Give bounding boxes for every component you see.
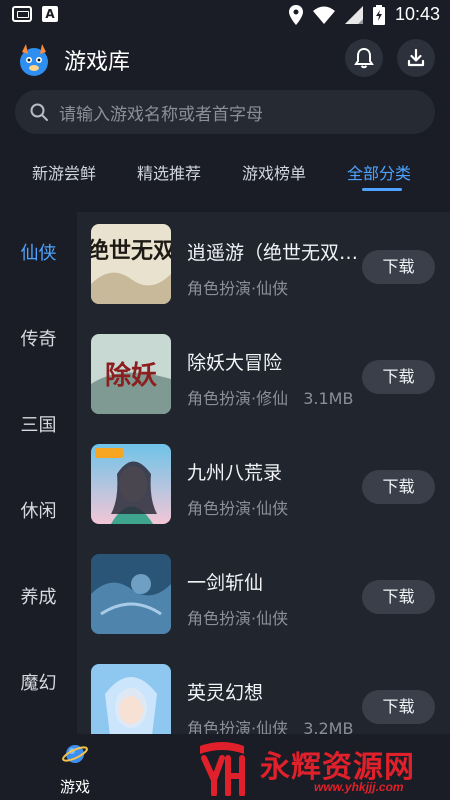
game-meta: 角色扮演·仙侠 bbox=[187, 495, 308, 519]
game-category: 角色扮演·仙侠 bbox=[187, 279, 289, 298]
download-button[interactable]: 下载 bbox=[362, 470, 435, 504]
download-button[interactable]: 下载 bbox=[362, 360, 435, 394]
category-tabs: 新游尝鲜 精选推荐 游戏榜单 全部分类 bbox=[0, 150, 450, 191]
thumb-title: 除妖 bbox=[105, 360, 157, 391]
game-thumbnail bbox=[91, 554, 171, 634]
search-input[interactable]: 请输入游戏名称或者首字母 bbox=[15, 90, 435, 134]
game-name: 除妖大冒险 bbox=[187, 352, 283, 374]
list-item[interactable]: 绝世无双 逍遥游（绝世无双… 角色扮演·仙侠 下载 bbox=[77, 212, 450, 312]
game-category: 角色扮演·仙侠 bbox=[187, 609, 289, 628]
game-size: 3.1MB bbox=[303, 389, 354, 408]
list-item[interactable]: 英灵幻想 角色扮演·仙侠 3.2MB 下载 bbox=[77, 652, 450, 734]
game-name: 英灵幻想 bbox=[187, 682, 264, 704]
planet-icon bbox=[62, 745, 88, 763]
status-time: 10:43 bbox=[394, 4, 440, 24]
game-meta: 角色扮演·仙侠 3.2MB bbox=[187, 715, 363, 734]
location-icon bbox=[288, 4, 303, 25]
notification-a-icon: A bbox=[42, 6, 58, 22]
nav-item-games[interactable]: 游戏 bbox=[50, 740, 100, 797]
tab-all-categories[interactable]: 全部分类 bbox=[347, 160, 411, 184]
search-icon bbox=[30, 103, 48, 121]
wifi-icon bbox=[312, 6, 335, 24]
downloads-button[interactable] bbox=[397, 39, 435, 77]
tab-rankings[interactable]: 游戏榜单 bbox=[242, 160, 306, 184]
download-button[interactable]: 下载 bbox=[362, 690, 435, 724]
category-sidebar: 仙侠 传奇 三国 休闲 养成 魔幻 bbox=[0, 212, 77, 734]
game-size: 3.2MB bbox=[303, 719, 354, 734]
list-item[interactable]: 除妖 除妖大冒险 角色扮演·修仙 3.1MB 下载 bbox=[77, 322, 450, 422]
game-name: 逍遥游（绝世无双… bbox=[187, 242, 359, 264]
download-button[interactable]: 下载 bbox=[362, 580, 435, 614]
game-thumbnail bbox=[91, 444, 171, 524]
sidebar-item-casual[interactable]: 休闲 bbox=[0, 492, 77, 532]
battery-icon bbox=[372, 4, 385, 25]
game-meta: 角色扮演·仙侠 bbox=[187, 605, 308, 629]
watermark: 永辉资源网 www.yhkjjj.com bbox=[192, 740, 442, 796]
bell-icon bbox=[354, 47, 374, 69]
list-item[interactable]: 一剑斩仙 角色扮演·仙侠 下载 bbox=[77, 542, 450, 642]
watermark-url: www.yhkjjj.com bbox=[314, 780, 404, 794]
list-item[interactable]: 九州八荒录 角色扮演·仙侠 下载 bbox=[77, 432, 450, 532]
game-name: 九州八荒录 bbox=[187, 462, 283, 484]
game-category: 角色扮演·仙侠 bbox=[187, 499, 289, 518]
game-name: 一剑斩仙 bbox=[187, 572, 264, 594]
game-thumbnail bbox=[91, 664, 171, 734]
game-thumbnail: 绝世无双 bbox=[91, 224, 171, 304]
app-header: 游戏库 bbox=[0, 32, 450, 84]
tab-new-games[interactable]: 新游尝鲜 bbox=[32, 160, 96, 184]
game-meta: 角色扮演·修仙 3.1MB bbox=[187, 385, 363, 409]
watermark-logo-icon bbox=[200, 742, 245, 796]
sidebar-item-sanguo[interactable]: 三国 bbox=[0, 406, 77, 446]
page-title: 游戏库 bbox=[64, 50, 131, 75]
status-bar: A 10:43 bbox=[0, 0, 450, 32]
download-icon bbox=[407, 48, 425, 67]
sidebar-item-chuanqi[interactable]: 传奇 bbox=[0, 320, 77, 360]
game-meta: 角色扮演·仙侠 bbox=[187, 275, 308, 299]
thumb-title-top: 绝世无双 bbox=[91, 238, 171, 264]
active-tab-indicator bbox=[362, 188, 402, 191]
notification-app-icon bbox=[12, 6, 32, 22]
tab-featured[interactable]: 精选推荐 bbox=[137, 160, 201, 184]
game-list: 绝世无双 逍遥游（绝世无双… 角色扮演·仙侠 下载 除妖 除妖大冒险 角色扮演·… bbox=[77, 212, 450, 734]
download-button[interactable]: 下载 bbox=[362, 250, 435, 284]
nav-games-label: 游戏 bbox=[59, 778, 90, 796]
notifications-button[interactable] bbox=[345, 39, 383, 77]
game-thumbnail: 除妖 bbox=[91, 334, 171, 414]
sidebar-item-raising[interactable]: 养成 bbox=[0, 578, 77, 618]
sidebar-item-fantasy[interactable]: 魔幻 bbox=[0, 664, 77, 704]
game-category: 角色扮演·修仙 bbox=[187, 389, 289, 408]
search-placeholder: 请输入游戏名称或者首字母 bbox=[59, 104, 263, 125]
app-logo-icon bbox=[20, 44, 48, 76]
game-category: 角色扮演·仙侠 bbox=[187, 719, 289, 734]
signal-icon bbox=[344, 5, 363, 24]
sidebar-item-xianxia[interactable]: 仙侠 bbox=[0, 234, 77, 274]
